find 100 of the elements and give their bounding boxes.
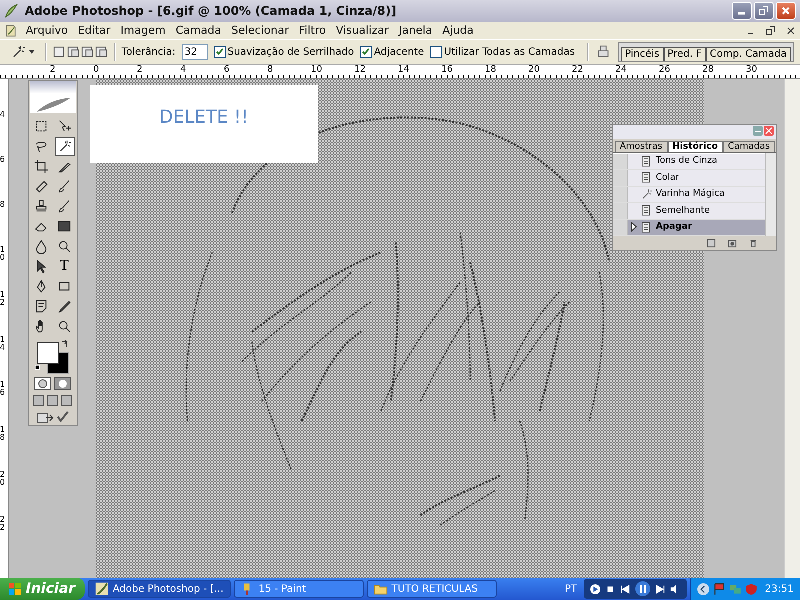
menu-item[interactable]: Janela	[395, 24, 437, 37]
panel-tab[interactable]: Amostras	[615, 141, 668, 152]
ruler-label: 4	[180, 65, 188, 77]
eyedropper-icon	[57, 298, 72, 314]
chevron-icon[interactable]	[697, 582, 710, 596]
ruler-label: 14	[0, 336, 6, 354]
document-icon	[640, 171, 653, 184]
windows-flag-icon	[8, 582, 22, 596]
palette-tab[interactable]: Pincéis	[621, 47, 664, 61]
menu-item[interactable]: Arquivo	[22, 24, 72, 37]
ruler-label: 12	[0, 291, 6, 309]
menu-item[interactable]: Imagem	[116, 24, 170, 37]
screen-mode-icon[interactable]	[33, 395, 45, 407]
screen-mode-icon[interactable]	[47, 395, 59, 407]
pause-icon[interactable]	[635, 581, 652, 597]
panel-tab[interactable]: Camadas	[723, 141, 776, 152]
selection-mode-icon[interactable]	[94, 46, 108, 58]
caret-icon	[29, 50, 35, 54]
feather-icon	[95, 582, 109, 596]
menu-item[interactable]: Editar	[74, 24, 115, 37]
checkbox[interactable]	[430, 46, 442, 58]
history-item[interactable]: Tons de Cinza	[613, 154, 765, 170]
default-colors-icon[interactable]	[35, 364, 42, 372]
previous-icon[interactable]	[620, 584, 632, 594]
menu-item[interactable]: Selecionar	[227, 24, 294, 37]
tool-button[interactable]: T	[54, 256, 74, 276]
palette-tab[interactable]: Pred. F	[664, 47, 706, 61]
close-icon[interactable]	[786, 26, 796, 36]
trash-icon[interactable]	[749, 238, 758, 248]
selection-mode-icon[interactable]	[80, 46, 94, 58]
check-mark-icon[interactable]	[57, 411, 69, 423]
history-item[interactable]: Varinha Mágica	[613, 186, 765, 203]
ruler-label: 16	[442, 65, 454, 77]
ruler-label: 26	[659, 65, 672, 77]
flag-icon[interactable]	[713, 582, 726, 596]
history-state-marker-icon	[631, 222, 637, 232]
foreground-color-swatch[interactable]	[37, 342, 59, 364]
selection-mode-icon[interactable]	[52, 46, 66, 58]
ruler-label: 2	[50, 65, 57, 77]
ruler-label: 22	[0, 516, 6, 534]
jump-to-icon[interactable]	[37, 411, 55, 425]
brush-icon	[57, 198, 72, 214]
new-document-icon[interactable]	[707, 238, 716, 248]
play-icon[interactable]	[590, 584, 602, 594]
note-icon	[34, 298, 49, 314]
next-icon[interactable]	[655, 584, 666, 594]
checkbox[interactable]	[360, 46, 372, 58]
minimize-icon	[738, 12, 745, 15]
screen-mode-icon[interactable]	[61, 395, 73, 407]
ruler-label: 20	[528, 65, 541, 77]
stamp-icon	[34, 198, 49, 214]
ruler-label: 6	[0, 156, 6, 166]
panel-scrollbar[interactable]	[765, 153, 776, 236]
menu-item[interactable]: Visualizar	[332, 24, 394, 37]
ruler-label: 20	[0, 471, 6, 489]
quick-mask-icon[interactable]	[54, 377, 72, 391]
window-title: Adobe Photoshop - [6.gif @ 100% (Camada 1, Cinza/8)]	[25, 4, 398, 18]
menu-item[interactable]: Ajuda	[438, 24, 478, 37]
feather-icon	[4, 3, 20, 19]
dashed-square-icon	[34, 118, 49, 134]
restore-button[interactable]	[754, 2, 774, 20]
checkbox-label: Suavização de Serrilhado	[228, 46, 354, 58]
palette-tab[interactable]: Comp. Camada	[706, 47, 792, 61]
document-icon	[4, 24, 18, 38]
note-text: DELETE !!	[159, 107, 249, 129]
document-icon	[640, 204, 653, 218]
history-item[interactable]: Apagar	[613, 220, 765, 236]
history-item[interactable]: Colar	[613, 170, 765, 186]
history-item[interactable]: Semelhante	[613, 203, 765, 220]
menu-item[interactable]: Camada	[172, 24, 226, 37]
checkbox[interactable]	[214, 46, 226, 58]
ruler-label: 0	[94, 65, 100, 77]
ruler-label: 2	[137, 65, 144, 77]
swap-arrow-icon[interactable]	[61, 340, 69, 348]
minimize-button[interactable]	[732, 2, 752, 20]
magic-wand-icon	[640, 188, 653, 201]
document-icon	[640, 220, 653, 234]
ruler-label: 6	[224, 65, 231, 77]
drop-icon	[34, 238, 49, 254]
restore-icon[interactable]	[766, 26, 776, 36]
close-button[interactable]	[776, 2, 796, 20]
menu-item[interactable]: Filtro	[295, 24, 330, 37]
vertical-scrollbar[interactable]	[784, 79, 800, 578]
ruler-label: 10	[311, 65, 324, 77]
tool-button[interactable]	[54, 136, 74, 156]
taskbar-button[interactable]: TUTO RETICULAS	[366, 580, 497, 598]
tolerance-field[interactable]: 32	[182, 44, 208, 60]
camera-icon[interactable]	[728, 238, 737, 248]
brush-icon	[57, 178, 72, 194]
panel-tab[interactable]: Histórico	[668, 141, 724, 152]
ruler-label: 14	[398, 65, 410, 77]
taskbar-button[interactable]: 15 - Paint	[234, 580, 364, 598]
standard-mode-icon[interactable]	[34, 377, 52, 391]
language-indicator[interactable]: PT	[561, 584, 582, 594]
magnifier-icon	[57, 318, 72, 334]
taskbar-button[interactable]: Adobe Photoshop - [...	[88, 580, 231, 598]
tolerance-label: Tolerância:	[122, 46, 176, 58]
ruler-label: 10	[0, 246, 6, 264]
ruler-label: 24	[616, 65, 628, 77]
selection-mode-icon[interactable]	[66, 46, 80, 58]
